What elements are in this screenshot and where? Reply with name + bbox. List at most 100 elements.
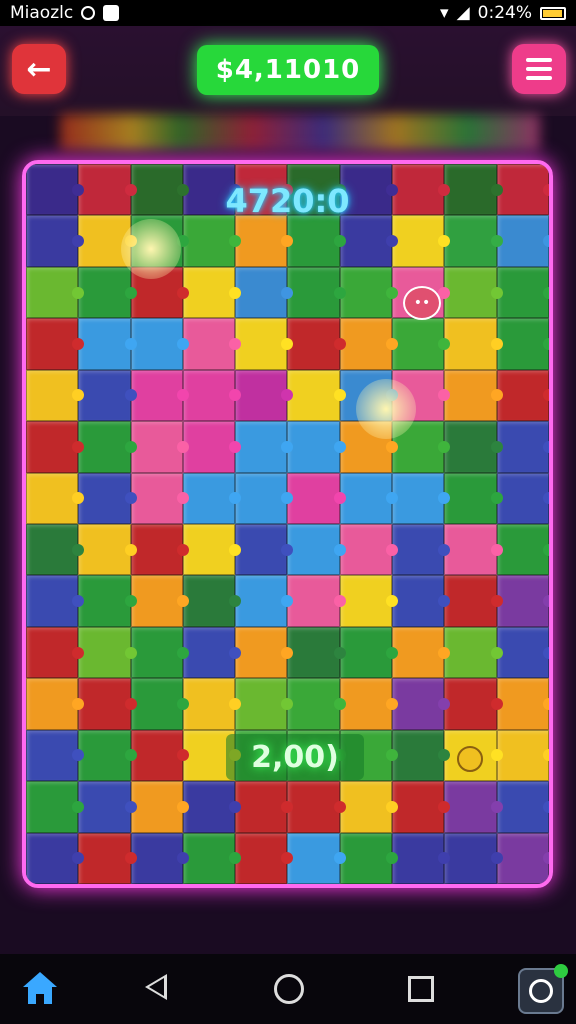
app-shortcut-icon[interactable] [518,964,568,1014]
puzzle-piece[interactable] [235,369,288,422]
home-icon[interactable] [20,968,60,1008]
puzzle-piece[interactable] [339,523,393,576]
puzzle-piece[interactable] [392,729,445,782]
puzzle-piece[interactable] [392,318,445,370]
puzzle-piece[interactable] [26,575,79,627]
coin-icon[interactable] [457,746,483,772]
puzzle-piece[interactable] [496,523,549,576]
puzzle-piece[interactable] [496,626,549,679]
puzzle-piece[interactable] [182,523,236,576]
puzzle-piece[interactable] [78,729,131,782]
puzzle-piece[interactable] [392,472,445,524]
puzzle-piece[interactable] [496,421,549,473]
puzzle-piece[interactable] [444,678,497,730]
puzzle-piece[interactable] [444,421,497,473]
square-icon[interactable] [408,976,434,1002]
puzzle-piece[interactable] [339,575,393,627]
puzzle-piece[interactable] [130,626,183,679]
puzzle-piece[interactable] [130,523,183,576]
puzzle-piece[interactable] [235,318,288,370]
puzzle-piece[interactable] [130,729,183,782]
puzzle-piece[interactable] [339,318,393,370]
puzzle-piece[interactable] [235,626,288,679]
puzzle-piece[interactable] [287,678,340,730]
back-button[interactable]: ← [12,44,66,94]
puzzle-piece[interactable] [444,215,497,267]
puzzle-piece[interactable] [496,678,549,730]
puzzle-piece[interactable] [235,575,288,627]
puzzle-piece[interactable] [78,266,131,319]
puzzle-piece[interactable] [496,369,549,422]
puzzle-piece[interactable] [235,215,288,267]
puzzle-piece[interactable] [130,369,183,422]
puzzle-piece[interactable] [78,832,131,884]
puzzle-piece[interactable] [444,266,497,319]
puzzle-piece[interactable] [235,472,288,524]
puzzle-piece[interactable] [182,318,236,370]
puzzle-piece[interactable] [26,832,79,884]
puzzle-piece[interactable] [287,575,340,627]
back-triangle-icon[interactable] [145,974,167,1000]
puzzle-piece[interactable] [26,678,79,730]
puzzle-piece[interactable] [78,781,131,833]
puzzle-piece[interactable] [26,472,79,524]
puzzle-piece[interactable] [444,781,497,833]
puzzle-piece[interactable] [78,318,131,370]
puzzle-piece[interactable] [235,421,288,473]
puzzle-piece[interactable] [392,523,445,576]
puzzle-piece[interactable] [182,626,236,679]
puzzle-piece[interactable] [182,421,236,473]
puzzle-piece[interactable] [182,369,236,422]
puzzle-piece[interactable] [339,266,393,319]
puzzle-piece[interactable] [496,266,549,319]
puzzle-piece[interactable] [182,781,236,833]
puzzle-piece[interactable] [78,421,131,473]
puzzle-piece[interactable] [235,678,288,730]
puzzle-piece[interactable] [496,729,549,782]
puzzle-piece[interactable] [444,575,497,627]
puzzle-piece[interactable] [130,575,183,627]
puzzle-piece[interactable] [235,781,288,833]
puzzle-piece[interactable] [235,523,288,576]
puzzle-piece[interactable] [182,215,236,267]
puzzle-piece[interactable] [78,575,131,627]
puzzle-piece[interactable] [287,832,340,884]
puzzle-board[interactable]: 4720:0 •• 2,00) [22,160,553,888]
puzzle-piece[interactable] [444,832,497,884]
puzzle-piece[interactable] [392,678,445,730]
puzzle-piece[interactable] [339,832,393,884]
puzzle-piece[interactable] [496,215,549,267]
puzzle-piece[interactable] [235,832,288,884]
puzzle-piece[interactable] [496,318,549,370]
puzzle-piece[interactable] [130,678,183,730]
puzzle-piece[interactable] [496,781,549,833]
puzzle-piece[interactable] [78,369,131,422]
puzzle-piece[interactable] [182,678,236,730]
puzzle-piece[interactable] [339,215,393,267]
puzzle-piece[interactable] [182,575,236,627]
puzzle-piece[interactable] [78,523,131,576]
puzzle-piece[interactable] [444,318,497,370]
puzzle-piece[interactable] [26,729,79,782]
puzzle-piece[interactable] [444,369,497,422]
puzzle-piece[interactable] [235,266,288,319]
critter-icon[interactable]: •• [403,286,441,320]
puzzle-piece[interactable] [26,266,79,319]
puzzle-piece[interactable] [26,369,79,422]
puzzle-piece[interactable] [287,421,340,473]
puzzle-piece[interactable] [130,421,183,473]
puzzle-piece[interactable] [496,472,549,524]
puzzle-piece[interactable] [287,266,340,319]
puzzle-piece[interactable] [287,626,340,679]
puzzle-piece[interactable] [26,781,79,833]
puzzle-piece[interactable] [287,215,340,267]
puzzle-piece[interactable] [78,626,131,679]
puzzle-piece[interactable] [130,781,183,833]
puzzle-piece[interactable] [78,472,131,524]
puzzle-piece[interactable] [287,369,340,422]
puzzle-piece[interactable] [182,472,236,524]
puzzle-piece[interactable] [130,832,183,884]
puzzle-piece[interactable] [26,626,79,679]
puzzle-piece[interactable] [287,318,340,370]
puzzle-piece[interactable] [339,781,393,833]
